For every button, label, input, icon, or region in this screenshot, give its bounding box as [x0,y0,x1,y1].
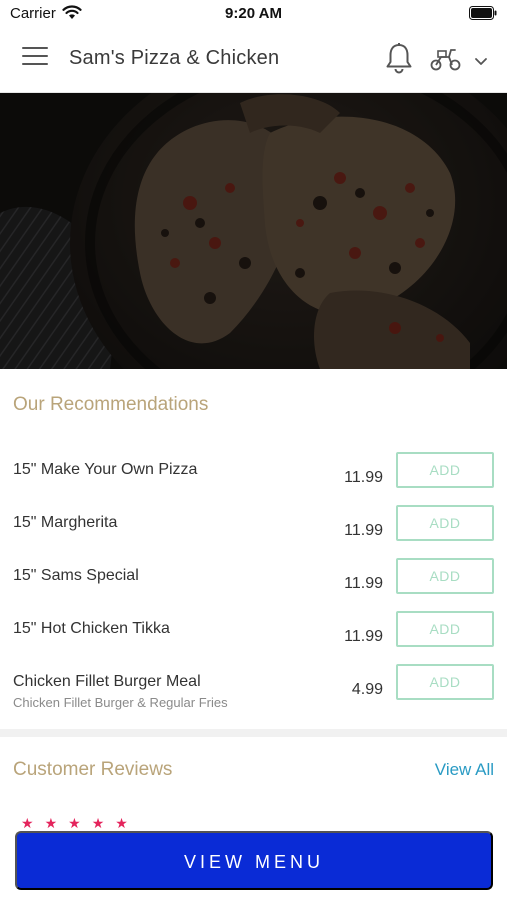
status-bar: Carrier 9:20 AM [0,0,507,26]
star-icon: ★ [44,815,69,831]
hero-food-image [0,93,507,369]
section-divider [0,729,507,737]
add-button[interactable]: ADD [396,558,494,594]
star-rating: ★★★★★ [21,815,139,832]
status-time: 9:20 AM [225,5,282,22]
menu-item-name: 15" Make Your Own Pizza [13,461,198,478]
add-button[interactable]: ADD [396,664,494,700]
delivery-mode-selector[interactable] [430,46,492,72]
star-icon: ★ [21,815,45,831]
menu-item-description: Chicken Fillet Burger & Regular Fries [13,695,228,710]
scooter-icon [430,46,462,77]
add-button[interactable]: ADD [396,452,494,488]
menu-item-price: 11.99 [344,522,383,539]
hamburger-menu-icon[interactable] [22,47,48,69]
view-all-reviews-link[interactable]: View All [435,760,494,780]
recommendations-section: Our Recommendations 15" Make Your Own Pi… [0,369,507,729]
star-icon: ★ [91,815,116,831]
star-icon: ★ [115,815,139,831]
chevron-down-icon [474,54,488,72]
menu-item-price: 4.99 [351,681,383,698]
menu-item-name: Chicken Fillet Burger Meal [13,673,201,690]
restaurant-title: Sam's Pizza & Chicken [69,47,280,69]
menu-item-price: 11.99 [344,628,383,645]
menu-item-row: Chicken Fillet Burger Meal Chicken Fille… [0,664,507,726]
battery-icon [469,6,497,25]
bell-icon[interactable] [384,42,414,74]
menu-item-price: 11.99 [344,469,383,486]
menu-item-name: 15" Margherita [13,514,118,531]
reviews-title: Customer Reviews [13,759,173,780]
app-header: Sam's Pizza & Chicken [0,26,507,93]
menu-item-name: 15" Hot Chicken Tikka [13,620,170,637]
add-button[interactable]: ADD [396,611,494,647]
add-button[interactable]: ADD [396,505,494,541]
recommendations-title: Our Recommendations [13,394,209,415]
menu-item-price: 11.99 [344,575,383,592]
menu-item-name: 15" Sams Special [13,567,139,584]
star-icon: ★ [68,815,92,831]
view-menu-button[interactable]: VIEW MENU [15,831,493,890]
